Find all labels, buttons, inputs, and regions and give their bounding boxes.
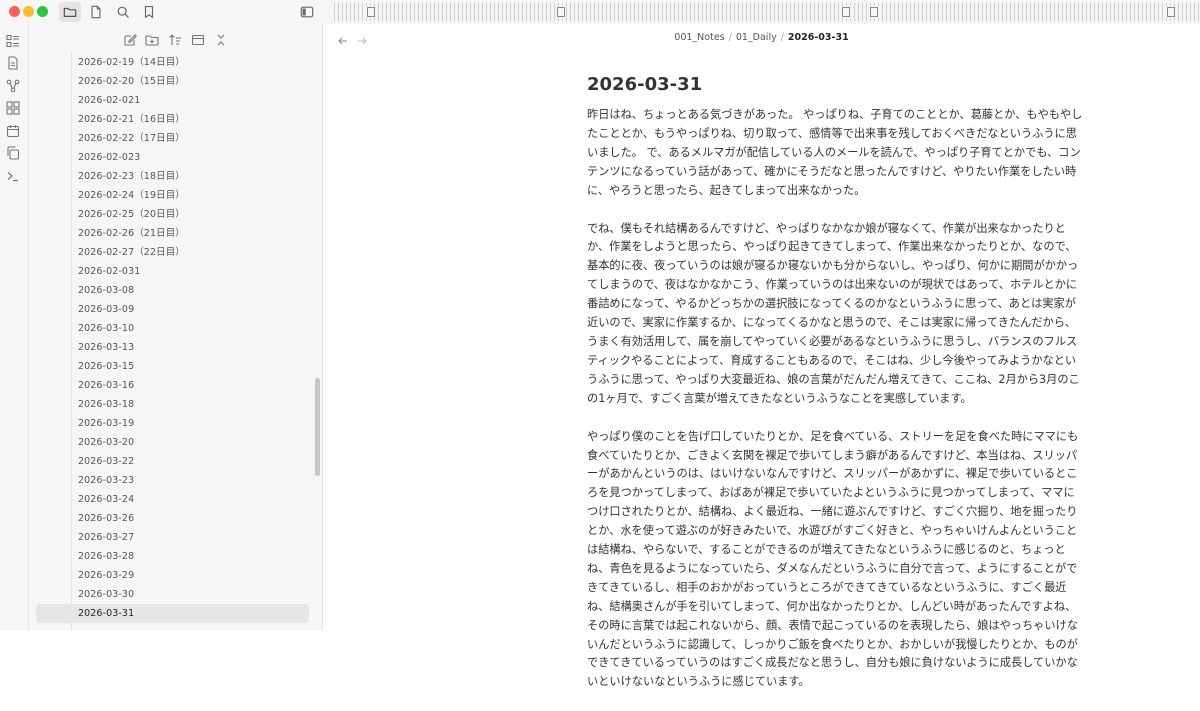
collapse-view-icon[interactable] [191,32,205,46]
terminal-icon[interactable] [6,168,20,182]
file-item[interactable]: 2026-03-16 [29,376,309,395]
breadcrumb: 001_Notes/01_Daily/2026-03-31 [323,32,1200,43]
breadcrumb-current[interactable]: 2026-03-31 [788,32,849,43]
left-ribbon [0,24,29,630]
paragraph[interactable]: 昨日はね、ちょっとある気づきがあった。 やっぱりね、子育てのこととか、葛藤とか、… [587,106,1085,201]
file-item[interactable]: 2026-03-27 [29,528,309,547]
file-list: 2026-02-19（14日目） 2026-02-20（15日目） 2026-02-… [29,53,309,623]
breadcrumb-folder[interactable]: 01_Daily [736,32,777,43]
file-explorer-toolbar [29,32,322,50]
file-item[interactable]: 2026-03-08 [29,281,309,300]
copy-icon[interactable] [6,145,20,160]
file-item[interactable]: 2026-03-09 [29,300,309,319]
zoom-window-button[interactable] [37,6,48,17]
file-item[interactable]: 2026-03-10 [29,319,309,338]
bookmark-icon[interactable] [138,2,160,22]
apps-icon[interactable] [6,100,20,115]
collapse-all-icon[interactable] [214,32,228,46]
close-window-button[interactable] [9,6,20,17]
file-item[interactable]: 2026-03-22 [29,452,309,471]
paragraph[interactable]: やっぱり僕のことを告げ口していたりとか、足を食べている、ストリーを足を食べた時に… [587,428,1085,693]
breadcrumb-folder[interactable]: 001_Notes [674,32,724,43]
file-item[interactable]: 2026-02-021 [29,91,309,110]
file-item[interactable]: 2026-02-031 [29,262,309,281]
file-item[interactable]: 2026-02-21（16日目） [29,110,309,129]
tab-file-icon[interactable] [1166,6,1176,18]
file-item[interactable]: 2026-02-23（18日目） [29,167,309,186]
file-item[interactable]: 2026-02-25（20日目） [29,205,309,224]
file-item[interactable]: 2026-03-19 [29,414,309,433]
file-item[interactable]: 2026-03-30 [29,585,309,604]
file-item[interactable]: 2026-02-023 [29,148,309,167]
window-titlebar [0,0,1200,24]
minimize-window-button[interactable] [23,6,34,17]
breadcrumb-separator: / [728,32,732,43]
list-icon[interactable] [6,33,20,48]
file-item[interactable]: 2026-03-26 [29,509,309,528]
graph-icon[interactable] [6,78,20,93]
tab-file-icon[interactable] [366,6,376,18]
tab-file-icon[interactable] [556,6,566,18]
sidebar-scrollbar[interactable] [315,378,320,476]
sidebar-toggle-icon[interactable] [296,2,318,22]
file-item[interactable]: 2026-03-18 [29,395,309,414]
search-icon[interactable] [112,2,134,22]
file-item[interactable]: 2026-02-19（14日目） [29,53,309,72]
file-item[interactable]: 2026-03-20 [29,433,309,452]
file-item[interactable]: 2026-02-27（22日目） [29,243,309,262]
files-icon[interactable] [59,2,81,22]
sort-icon[interactable] [168,32,182,46]
file-item[interactable]: 2026-02-20（15日目） [29,72,309,91]
note-title[interactable]: 2026-03-31 [587,74,702,95]
new-folder-icon[interactable] [145,32,159,46]
file-icon[interactable] [6,55,20,70]
file-item[interactable]: 2026-02-24（19日目） [29,186,309,205]
new-note-icon[interactable] [123,32,137,46]
calendar-icon[interactable] [6,123,20,138]
note-body[interactable]: 昨日はね、ちょっとある気づきがあった。 やっぱりね、子育てのこととか、葛藤とか、… [587,106,1085,711]
file-item[interactable]: 2026-03-28 [29,547,309,566]
file-item[interactable]: 2026-02-22（17日目） [29,129,309,148]
file-item[interactable]: 2026-03-24 [29,490,309,509]
file-item[interactable]: 2026-03-15 [29,357,309,376]
tab-file-icon[interactable] [841,6,851,18]
tab-hatch [334,3,1200,21]
file-item[interactable]: 2026-02-26（21日目） [29,224,309,243]
file-item[interactable]: 2026-03-13 [29,338,309,357]
paragraph[interactable]: でね、僕もそれ結構あるんですけど、やっぱりなかなか娘が寝なくて、作業が出来なかっ… [587,220,1085,409]
tab-strip[interactable] [334,3,1200,21]
file-explorer-sidebar: 2026-02-19（14日目） 2026-02-20（15日目） 2026-02-… [29,24,323,630]
file-item[interactable]: 2026-03-29 [29,566,309,585]
file-item[interactable]: 2026-03-31 [36,604,309,623]
file-item[interactable]: 2026-03-23 [29,471,309,490]
editor-pane: 001_Notes/01_Daily/2026-03-31 2026-03-31… [323,24,1200,688]
page-icon[interactable] [85,2,107,22]
tab-file-icon[interactable] [869,6,879,18]
breadcrumb-separator: / [780,32,784,43]
